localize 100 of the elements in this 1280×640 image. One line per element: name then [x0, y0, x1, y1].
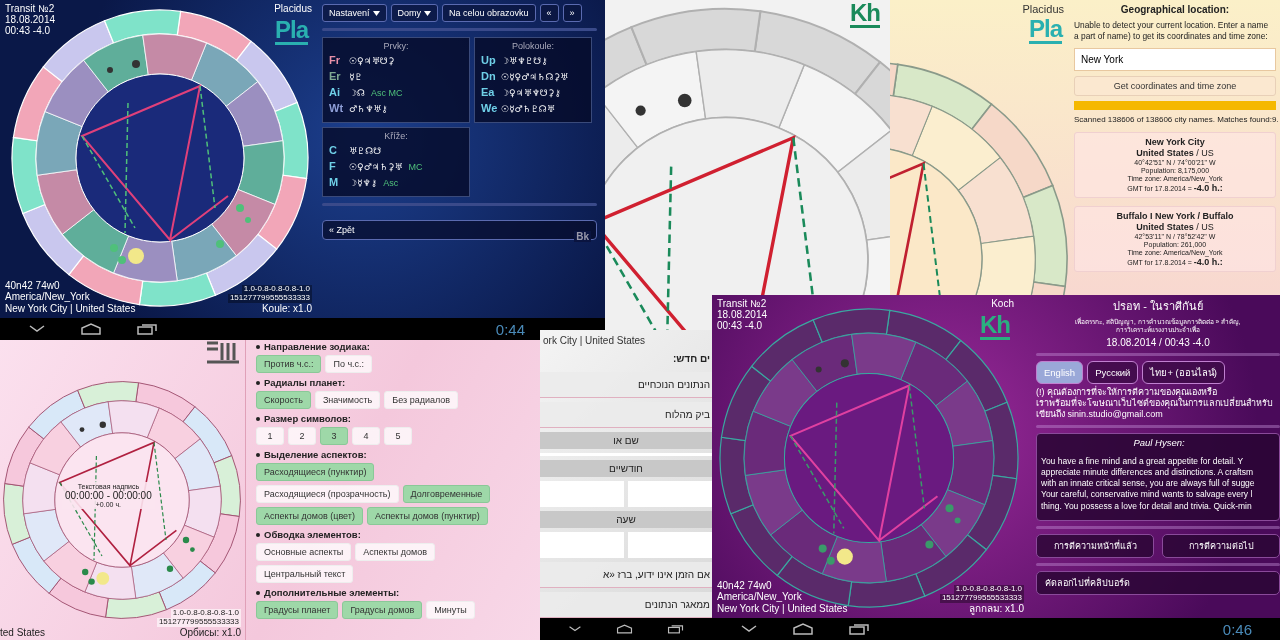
location-input[interactable]: New York	[1074, 47, 1276, 71]
option-toggle[interactable]: Без радиалов	[384, 391, 459, 409]
chart-points: Asc MC	[371, 86, 403, 100]
menu-button[interactable]: »	[562, 4, 582, 22]
option-toggle[interactable]: 1	[256, 427, 284, 445]
instruction-text: Unable to detect your current location. Enter a name a part of name) to get its coordinates and time zone:	[1074, 20, 1270, 43]
planet-marker	[818, 544, 835, 565]
option-toggle[interactable]: Минуты	[426, 601, 475, 619]
option-toggle[interactable]: Градусы планет	[256, 601, 339, 619]
option-toggle[interactable]: По ч.с.:	[325, 355, 373, 373]
scale-label: ลูกกลม: x1.0	[968, 603, 1024, 614]
field-label: חודשיים	[540, 460, 712, 477]
input-field[interactable]	[540, 532, 624, 558]
setting-title: Размер символов:	[256, 413, 540, 424]
sun-marker	[836, 548, 853, 565]
option-toggle[interactable]: Центральный текст	[256, 565, 354, 583]
option-toggle[interactable]: 3	[320, 427, 348, 445]
input-field[interactable]	[628, 481, 712, 507]
city-name: Buffalo I New York / Buffalo	[1116, 210, 1234, 221]
option-toggle[interactable]: Против ч.с.:	[256, 355, 322, 373]
menu-button[interactable]: Nastavení	[322, 4, 387, 22]
option-toggle[interactable]: Аспекты домов (цвет)	[256, 507, 363, 525]
menu-button[interactable]: Na celou obrazovku	[442, 4, 536, 22]
chart-time: 00:43 -4.0	[5, 25, 52, 36]
row-label: We	[481, 100, 495, 116]
planet-marker	[925, 504, 961, 549]
menu-button[interactable]: «	[539, 4, 559, 22]
setting-title: Обводка элементов:	[256, 529, 540, 540]
get-coordinates-button[interactable]: Get coordinates and time zone	[1074, 75, 1276, 96]
planet-symbols: ☽☿♆⚷	[349, 176, 378, 190]
planet-marker	[166, 536, 195, 572]
back-icon[interactable]	[28, 324, 46, 334]
planet-symbols: ☽☊	[349, 86, 366, 100]
house-system-label: Placidus	[1022, 3, 1064, 15]
row-label: M	[329, 174, 340, 190]
app-logo: Pla	[274, 18, 308, 45]
row-label: C	[329, 142, 338, 158]
row-label: F	[329, 158, 337, 174]
timezone-text: America/New_York	[717, 591, 803, 603]
copy-button[interactable]: คัดลอกไปที่คลิปบอร์ด	[1036, 570, 1280, 595]
orb-values: 1.0-0.8-0.8-0.8-1.0	[241, 285, 312, 295]
option-toggle[interactable]: Градусы домов	[342, 601, 423, 619]
back-icon[interactable]	[740, 624, 758, 634]
recent-apps-icon[interactable]	[848, 623, 870, 635]
chart-title: Transit №2	[5, 3, 56, 14]
navigation-button[interactable]: การตีความหน้าที่แล้ว	[1036, 533, 1154, 558]
option-toggle[interactable]: Аспекты домов	[355, 543, 435, 561]
planet-marker	[216, 204, 251, 248]
language-tab[interactable]: ไทย+ (ออนไลน์)	[1142, 360, 1225, 384]
menu-item[interactable]: אם הזמן אינו ידוע, ברז «א	[540, 562, 712, 588]
home-icon[interactable]	[615, 623, 633, 635]
place-text: New York City | United States	[717, 602, 848, 614]
place-text: New York City | United States	[5, 302, 136, 314]
badge-label: Bk	[574, 231, 591, 242]
navigation-button[interactable]: การตีความต่อไป	[1162, 533, 1280, 558]
menu-item[interactable]: ביק מהלוח	[540, 402, 712, 428]
language-tab[interactable]: Русский	[1087, 360, 1139, 384]
planet-symbols: ♅♇☊☋	[349, 144, 382, 158]
reading-text: You have a fine mind and a great appetite for detail. Y appreciate minute differences and distinctions. A craftsm with an innate critical sense, you are always full of sugge Your careful, conservative mind wants to salvage every l thing. You possess a love for detail and trivia. Quick-min	[1041, 456, 1256, 512]
orb-values: 1.0-0.8-0.8-0.8-1.0	[170, 609, 241, 619]
input-field[interactable]	[628, 532, 712, 558]
planet-symbols: ♂♄♆♅⚷	[349, 102, 388, 116]
planet-symbols: ☽♀♃♅♆☋⚳⚷	[501, 86, 562, 100]
home-icon[interactable]	[792, 623, 814, 635]
recent-apps-icon[interactable]	[666, 623, 684, 635]
field-label: שעה	[540, 511, 712, 528]
option-toggle[interactable]: 2	[288, 427, 316, 445]
chart-datetime: 18.08.2014 / 00:43 -4.0	[1105, 336, 1211, 348]
house-system-label: Koch	[991, 298, 1014, 309]
option-toggle[interactable]: Аспекты домов (пунктир)	[366, 507, 488, 525]
option-toggle[interactable]: Скорость	[256, 391, 311, 409]
planet-symbols: ☉♀♃♅☋⚳	[349, 55, 395, 68]
table-title: Prvky:	[382, 41, 410, 51]
option-toggle[interactable]: Основные аспекты	[256, 543, 352, 561]
row-label: Er	[329, 68, 342, 84]
back-icon[interactable]	[568, 624, 582, 634]
planet-marker	[82, 568, 95, 585]
house-system-label: Placidus	[274, 3, 312, 14]
author-name: Paul Hysen:	[1132, 437, 1186, 449]
row-label: Ea	[481, 84, 495, 100]
clock-time: 0:44	[495, 320, 525, 338]
home-icon[interactable]	[80, 323, 102, 335]
planet-marker	[107, 60, 140, 73]
planet-marker	[635, 93, 692, 116]
row-label: Ai	[329, 84, 341, 100]
option-toggle[interactable]: Расходящиеся (пунктир)	[256, 463, 375, 481]
menu-button[interactable]: Domy	[390, 4, 439, 22]
chart-points: Asc	[383, 176, 399, 190]
planet-symbols: ☉☿♀♂♃♄☊⚳♅	[501, 70, 569, 84]
menu-item[interactable]: הנתונים הנוכחיים	[540, 372, 712, 398]
recent-apps-icon[interactable]	[136, 323, 158, 335]
option-toggle[interactable]: 4	[352, 427, 380, 445]
menu-item[interactable]: ממאגר הנתונים	[540, 592, 712, 618]
interpretation-heading: ปรอท - ในราศีกันย์	[1112, 299, 1204, 314]
option-toggle[interactable]: Значимость	[314, 391, 381, 409]
option-toggle[interactable]: Расходящиеся (прозрачность)	[256, 485, 399, 503]
input-field[interactable]	[540, 481, 624, 507]
option-toggle[interactable]: Долговременные	[402, 485, 491, 503]
orb-values: 1.0-0.8-0.8-0.8-1.0	[953, 585, 1024, 595]
option-toggle[interactable]: 5	[384, 427, 412, 445]
